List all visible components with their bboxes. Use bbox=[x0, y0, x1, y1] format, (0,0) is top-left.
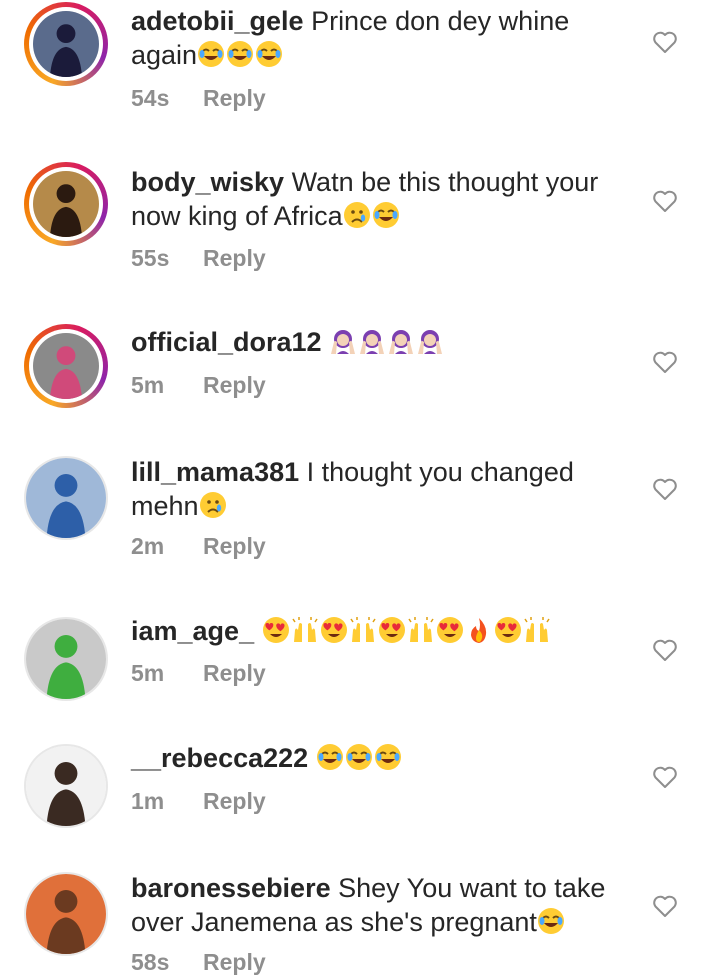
comment-timestamp: 2m bbox=[131, 533, 165, 559]
reply-button[interactable]: Reply bbox=[203, 533, 266, 559]
comment-text: iam_age_ bbox=[131, 614, 631, 648]
reply-button[interactable]: Reply bbox=[203, 372, 266, 398]
comments-list: adetobii_gele Prince don dey whine again… bbox=[0, 0, 720, 980]
cry-emoji bbox=[199, 491, 228, 521]
comment-timestamp: 5m bbox=[131, 372, 165, 398]
reply-button[interactable]: Reply bbox=[203, 788, 266, 814]
comment-emojis bbox=[316, 743, 403, 773]
comment-meta: 54s Reply bbox=[131, 85, 266, 112]
comment-emojis bbox=[197, 40, 284, 70]
raised-hands-emoji bbox=[291, 616, 320, 646]
reply-button[interactable]: Reply bbox=[203, 949, 266, 975]
comment-text: lill_mama381 I thought you changed mehn bbox=[131, 455, 631, 523]
joy-emoji bbox=[316, 743, 345, 773]
raised-hands-emoji bbox=[349, 616, 378, 646]
facepalm-emoji bbox=[416, 327, 445, 357]
like-heart-icon[interactable] bbox=[652, 350, 678, 374]
comment-text: adetobii_gele Prince don dey whine again bbox=[131, 4, 631, 72]
like-heart-icon[interactable] bbox=[652, 30, 678, 54]
like-heart-icon[interactable] bbox=[652, 894, 678, 918]
comment-text: official_dora12 bbox=[131, 325, 631, 359]
comment-username[interactable]: iam_age_ bbox=[131, 616, 254, 646]
avatar[interactable] bbox=[24, 456, 108, 540]
joy-emoji bbox=[255, 40, 284, 70]
comment-username[interactable]: adetobii_gele bbox=[131, 6, 304, 36]
like-heart-icon[interactable] bbox=[652, 765, 678, 789]
facepalm-emoji bbox=[358, 327, 387, 357]
avatar-image bbox=[29, 329, 103, 403]
comment-emojis bbox=[329, 327, 445, 357]
comment-meta: 58s Reply bbox=[131, 949, 266, 976]
comment-timestamp: 5m bbox=[131, 660, 165, 686]
reply-button[interactable]: Reply bbox=[203, 660, 266, 686]
comment-username[interactable]: lill_mama381 bbox=[131, 457, 299, 487]
joy-emoji bbox=[345, 743, 374, 773]
heart-eyes-emoji bbox=[320, 616, 349, 646]
raised-hands-emoji bbox=[407, 616, 436, 646]
avatar[interactable] bbox=[24, 872, 108, 956]
avatar-with-story-ring[interactable] bbox=[24, 162, 108, 246]
avatar-image bbox=[26, 746, 106, 826]
comment-timestamp: 55s bbox=[131, 245, 170, 271]
joy-emoji bbox=[374, 743, 403, 773]
avatar-image bbox=[26, 458, 106, 538]
comment-meta: 5m Reply bbox=[131, 660, 266, 687]
fire-emoji bbox=[465, 616, 494, 646]
comment-meta: 2m Reply bbox=[131, 533, 266, 560]
comment-emojis bbox=[343, 201, 401, 231]
heart-eyes-emoji bbox=[436, 616, 465, 646]
avatar-with-story-ring[interactable] bbox=[24, 324, 108, 408]
raised-hands-emoji bbox=[523, 616, 552, 646]
joy-emoji bbox=[197, 40, 226, 70]
comment-text: body_wisky Watn be this thought your now… bbox=[131, 165, 631, 233]
comment-timestamp: 54s bbox=[131, 85, 170, 111]
comment-username[interactable]: body_wisky bbox=[131, 167, 284, 197]
cry-emoji bbox=[343, 201, 372, 231]
avatar-image bbox=[29, 167, 103, 241]
facepalm-emoji bbox=[387, 327, 416, 357]
comment-meta: 5m Reply bbox=[131, 372, 266, 399]
comment-text: __rebecca222 bbox=[131, 741, 631, 775]
avatar-with-story-ring[interactable] bbox=[24, 2, 108, 86]
avatar-image bbox=[29, 7, 103, 81]
joy-emoji bbox=[226, 40, 255, 70]
comment-emojis bbox=[537, 907, 566, 937]
comment-username[interactable]: __rebecca222 bbox=[131, 743, 308, 773]
heart-eyes-emoji bbox=[378, 616, 407, 646]
avatar[interactable] bbox=[24, 744, 108, 828]
reply-button[interactable]: Reply bbox=[203, 85, 266, 111]
comment-text: baronessebiere Shey You want to take ove… bbox=[131, 871, 631, 939]
like-heart-icon[interactable] bbox=[652, 189, 678, 213]
comment-timestamp: 1m bbox=[131, 788, 165, 814]
facepalm-emoji bbox=[329, 327, 358, 357]
comment-timestamp: 58s bbox=[131, 949, 170, 975]
joy-emoji bbox=[372, 201, 401, 231]
joy-emoji bbox=[537, 907, 566, 937]
reply-button[interactable]: Reply bbox=[203, 245, 266, 271]
comment-emojis bbox=[262, 616, 552, 646]
like-heart-icon[interactable] bbox=[652, 477, 678, 501]
heart-eyes-emoji bbox=[494, 616, 523, 646]
comment-meta: 55s Reply bbox=[131, 245, 266, 272]
avatar[interactable] bbox=[24, 617, 108, 701]
comment-username[interactable]: official_dora12 bbox=[131, 327, 322, 357]
comment-meta: 1m Reply bbox=[131, 788, 266, 815]
heart-eyes-emoji bbox=[262, 616, 291, 646]
avatar-image bbox=[26, 874, 106, 954]
comment-emojis bbox=[199, 491, 228, 521]
comment-username[interactable]: baronessebiere bbox=[131, 873, 331, 903]
avatar-image bbox=[26, 619, 106, 699]
like-heart-icon[interactable] bbox=[652, 638, 678, 662]
